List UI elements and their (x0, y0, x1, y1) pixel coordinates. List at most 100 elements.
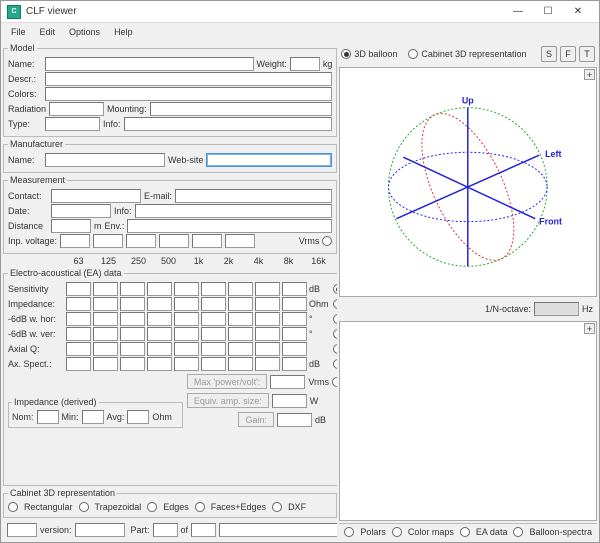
part-extra-input[interactable] (219, 523, 337, 537)
cab-edges-radio[interactable] (147, 502, 157, 512)
model-info-input[interactable] (124, 117, 333, 131)
ea-row-radio-2[interactable] (333, 314, 337, 324)
meas-inpv-input-3[interactable] (159, 234, 189, 248)
menu-options[interactable]: Options (63, 25, 106, 39)
ea-cell-3-2[interactable] (120, 327, 145, 341)
model-type-input[interactable] (45, 117, 100, 131)
view-s-button[interactable]: S (541, 46, 557, 62)
model-name-input[interactable] (45, 57, 254, 71)
view-f-button[interactable]: F (560, 46, 576, 62)
ea-cell-2-1[interactable] (93, 312, 118, 326)
ea-cell-0-8[interactable] (282, 282, 307, 296)
cab-fe-radio[interactable] (195, 502, 205, 512)
ea-cell-5-7[interactable] (255, 357, 280, 371)
meas-inpv-input-2[interactable] (126, 234, 156, 248)
maximize-button[interactable]: ☐ (533, 2, 563, 22)
ea-cell-3-4[interactable] (174, 327, 199, 341)
imp-avg-input[interactable] (127, 410, 149, 424)
ea-cell-5-1[interactable] (93, 357, 118, 371)
meas-date-input[interactable] (51, 204, 111, 218)
maxpv-button[interactable]: Max 'power/volt': (187, 374, 267, 389)
part-input[interactable] (153, 523, 178, 537)
imp-min-input[interactable] (82, 410, 104, 424)
ea-cell-2-5[interactable] (201, 312, 226, 326)
ea-cell-4-2[interactable] (120, 342, 145, 356)
meas-inpv-input-1[interactable] (93, 234, 123, 248)
view-t-button[interactable]: T (579, 46, 595, 62)
ea-cell-0-6[interactable] (228, 282, 253, 296)
minimize-button[interactable]: — (503, 2, 533, 22)
ea-cell-3-3[interactable] (147, 327, 172, 341)
tab-bspec-radio[interactable] (513, 527, 523, 537)
part-total-input[interactable] (191, 523, 216, 537)
ea-cell-3-8[interactable] (282, 327, 307, 341)
ea-cell-3-1[interactable] (93, 327, 118, 341)
gain-button[interactable]: Gain: (238, 412, 274, 427)
ea-cell-2-0[interactable] (66, 312, 91, 326)
maxpv-radio[interactable] (332, 377, 337, 387)
ea-cell-5-5[interactable] (201, 357, 226, 371)
tab-polars-radio[interactable] (344, 527, 354, 537)
ea-cell-2-6[interactable] (228, 312, 253, 326)
maxpv-input[interactable] (270, 375, 305, 389)
ea-cell-2-7[interactable] (255, 312, 280, 326)
meas-inpv-input-5[interactable] (225, 234, 255, 248)
ea-cell-3-0[interactable] (66, 327, 91, 341)
ea-cell-2-8[interactable] (282, 312, 307, 326)
menu-file[interactable]: File (5, 25, 32, 39)
meas-inpv-input-0[interactable] (60, 234, 90, 248)
ea-cell-1-1[interactable] (93, 297, 118, 311)
ea-row-radio-5[interactable] (333, 359, 337, 369)
ea-cell-1-5[interactable] (201, 297, 226, 311)
meas-inpv-input-4[interactable] (192, 234, 222, 248)
eqamp-input[interactable] (272, 394, 307, 408)
ea-cell-4-1[interactable] (93, 342, 118, 356)
model-mounting-input[interactable] (150, 102, 333, 116)
ea-cell-0-2[interactable] (120, 282, 145, 296)
ea-row-radio-3[interactable] (333, 329, 337, 339)
close-button[interactable]: ✕ (563, 2, 593, 22)
menu-help[interactable]: Help (108, 25, 139, 39)
eqamp-button[interactable]: Equiv. amp. size: (187, 393, 269, 408)
ea-cell-5-3[interactable] (147, 357, 172, 371)
ea-cell-1-2[interactable] (120, 297, 145, 311)
ea-cell-2-3[interactable] (147, 312, 172, 326)
ea-cell-0-3[interactable] (147, 282, 172, 296)
ea-cell-5-4[interactable] (174, 357, 199, 371)
ea-cell-5-6[interactable] (228, 357, 253, 371)
secondary-viewport[interactable]: + (339, 321, 597, 521)
view-balloon-radio[interactable] (341, 49, 351, 59)
ea-cell-4-7[interactable] (255, 342, 280, 356)
ea-cell-1-0[interactable] (66, 297, 91, 311)
ea-row-radio-4[interactable] (333, 344, 337, 354)
model-weight-input[interactable] (290, 57, 320, 71)
meas-inpv-radio[interactable] (322, 236, 332, 246)
mfr-name-input[interactable] (45, 153, 165, 167)
ea-cell-4-6[interactable] (228, 342, 253, 356)
ea-cell-0-5[interactable] (201, 282, 226, 296)
meas-dist-input[interactable] (51, 219, 91, 233)
ea-cell-5-0[interactable] (66, 357, 91, 371)
view-cab3d-radio[interactable] (408, 49, 418, 59)
ea-cell-5-8[interactable] (282, 357, 307, 371)
ea-cell-3-6[interactable] (228, 327, 253, 341)
ea-row-radio-0[interactable] (333, 284, 337, 294)
cab-dxf-radio[interactable] (272, 502, 282, 512)
meas-contact-input[interactable] (51, 189, 141, 203)
cab-rect-radio[interactable] (8, 502, 18, 512)
balloon-viewport[interactable]: + Up Left Front (339, 67, 597, 297)
tab-cmaps-radio[interactable] (392, 527, 402, 537)
ea-cell-4-0[interactable] (66, 342, 91, 356)
tab-ea-radio[interactable] (460, 527, 470, 537)
ea-cell-2-4[interactable] (174, 312, 199, 326)
ea-cell-5-2[interactable] (120, 357, 145, 371)
viewport-expand-button[interactable]: + (584, 69, 595, 80)
imp-nom-input[interactable] (37, 410, 59, 424)
ea-cell-2-2[interactable] (120, 312, 145, 326)
ea-cell-4-5[interactable] (201, 342, 226, 356)
gain-input[interactable] (277, 413, 312, 427)
model-descr-input[interactable] (45, 72, 332, 86)
cab-trap-radio[interactable] (79, 502, 89, 512)
ea-cell-0-0[interactable] (66, 282, 91, 296)
ea-cell-3-7[interactable] (255, 327, 280, 341)
